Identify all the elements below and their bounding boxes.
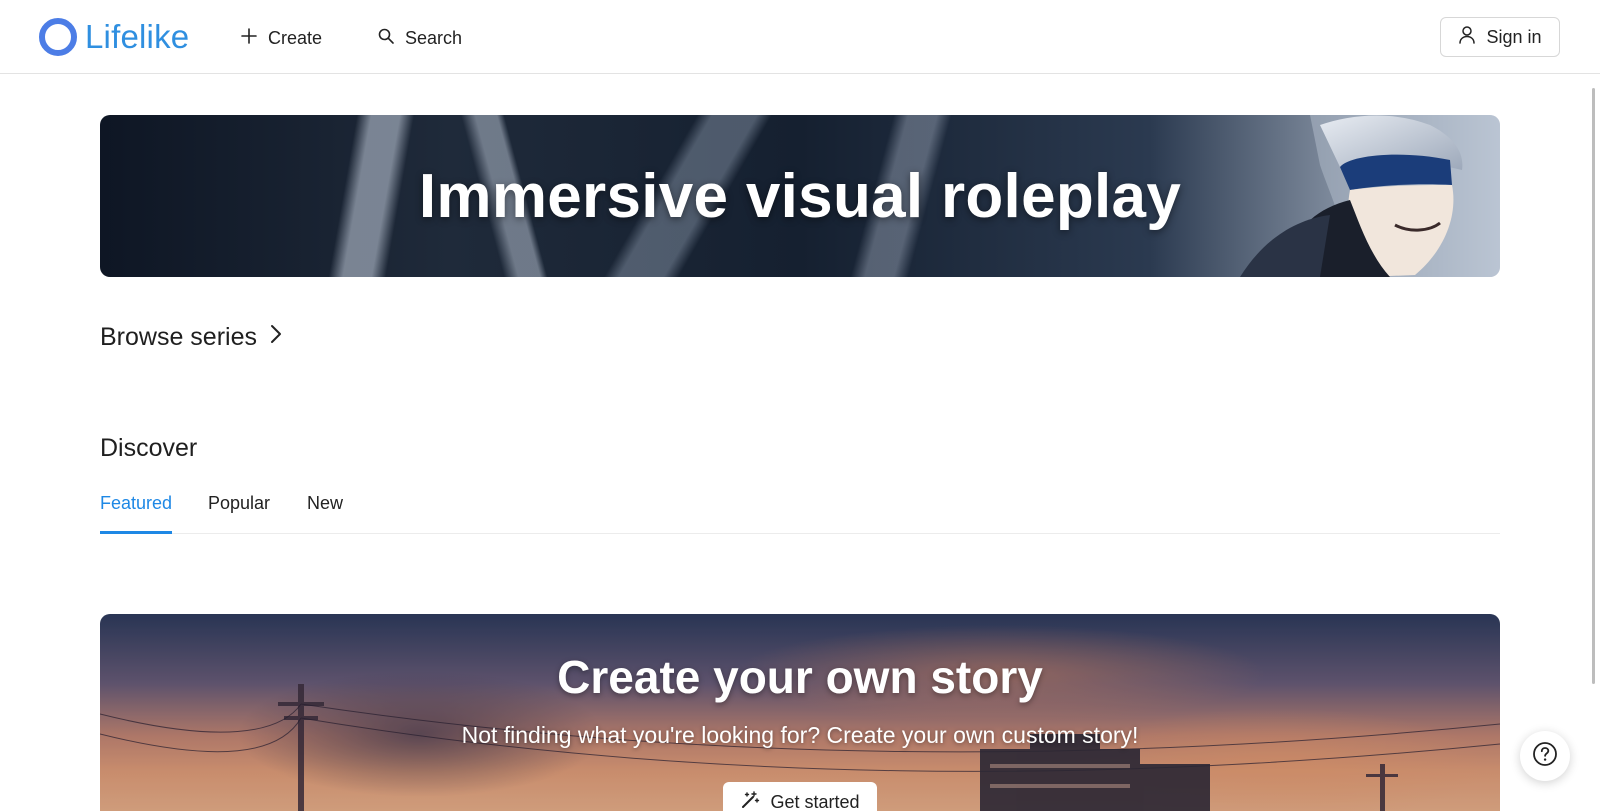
tab-new[interactable]: New (307, 493, 343, 534)
create-story-title: Create your own story (557, 651, 1043, 703)
search-nav-label: Search (405, 27, 463, 48)
brand-logo[interactable]: Lifelike (39, 17, 189, 57)
tab-popular[interactable]: Popular (208, 493, 270, 534)
tab-featured[interactable]: Featured (100, 493, 173, 534)
get-started-button[interactable]: Get started (723, 782, 877, 811)
discover-heading: Discover (100, 434, 198, 462)
user-icon (1458, 25, 1476, 50)
top-navigation-bar: Lifelike Create Search Sign in (0, 0, 1600, 74)
sign-in-button[interactable]: Sign in (1440, 17, 1560, 57)
hero-banner[interactable]: Immersive visual roleplay (100, 115, 1500, 277)
get-started-label: Get started (770, 791, 860, 811)
browse-series-label: Browse series (100, 323, 257, 351)
ring-logo-icon (39, 18, 77, 56)
discover-tabs: Featured Popular New (100, 493, 1500, 534)
magic-wand-icon (740, 790, 760, 811)
create-story-subtitle: Not finding what you're looking for? Cre… (461, 722, 1139, 748)
create-nav-button[interactable]: Create (240, 24, 322, 52)
plus-icon (240, 27, 258, 50)
search-icon (377, 27, 395, 50)
search-nav-button[interactable]: Search (377, 24, 462, 52)
sign-in-label: Sign in (1486, 26, 1542, 47)
help-button[interactable] (1520, 731, 1570, 781)
create-nav-label: Create (268, 27, 323, 48)
brand-name: Lifelike (85, 18, 190, 55)
create-story-banner: Create your own story Not finding what y… (100, 614, 1500, 811)
hero-title: Immersive visual roleplay (418, 161, 1182, 231)
chevron-right-icon (269, 323, 283, 352)
page-scrollbar[interactable] (1592, 88, 1595, 684)
help-icon (1532, 741, 1558, 772)
browse-series-link[interactable]: Browse series (100, 323, 283, 352)
